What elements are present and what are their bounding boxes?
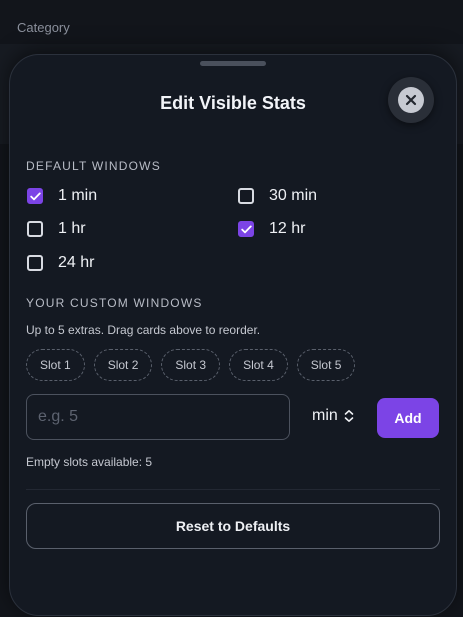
available-slots-text: Empty slots available: 5 (26, 455, 153, 469)
option-12-hr[interactable]: 12 hr (238, 220, 305, 238)
checkbox[interactable] (238, 188, 254, 204)
default-windows-heading: DEFAULT WINDOWS (26, 159, 161, 173)
option-label: 24 hr (58, 254, 95, 271)
option-label: 12 hr (269, 220, 306, 237)
unit-value: min (312, 407, 338, 424)
chevron-up-down-icon (344, 410, 354, 422)
option-label: 1 hr (58, 220, 86, 237)
checkbox[interactable] (27, 221, 43, 237)
add-button[interactable]: Add (377, 398, 439, 438)
check-icon (29, 192, 41, 200)
edit-stats-sheet: Edit Visible Stats DEFAULT WINDOWS 1 min… (9, 54, 457, 616)
slot-card[interactable]: Slot 5 (296, 349, 356, 381)
custom-windows-hint: Up to 5 extras. Drag cards above to reor… (26, 323, 261, 337)
slot-card[interactable]: Slot 2 (93, 349, 153, 381)
custom-windows-heading: YOUR CUSTOM WINDOWS (26, 296, 203, 310)
checkbox[interactable] (27, 255, 43, 271)
option-30-min[interactable]: 30 min (238, 187, 317, 205)
close-icon (398, 87, 424, 113)
reset-defaults-button[interactable]: Reset to Defaults (26, 503, 440, 549)
option-label: 1 min (58, 187, 98, 204)
checkbox[interactable] (238, 221, 254, 237)
option-1-hr[interactable]: 1 hr (27, 220, 86, 238)
option-label: 30 min (269, 187, 318, 204)
slot-card[interactable]: Slot 1 (26, 349, 85, 381)
slot-card[interactable]: Slot 3 (161, 349, 221, 381)
slot-card[interactable]: Slot 4 (229, 349, 288, 381)
check-icon (240, 225, 252, 233)
drag-handle[interactable] (200, 61, 266, 66)
divider (26, 489, 440, 490)
category-label: Category (17, 20, 70, 35)
slot-list: Slot 1 Slot 2 Slot 3 Slot 4 Slot 5 (26, 349, 356, 381)
close-button[interactable] (388, 77, 434, 123)
option-24-hr[interactable]: 24 hr (27, 254, 94, 272)
unit-select[interactable]: min (312, 407, 355, 425)
option-1-min[interactable]: 1 min (27, 187, 97, 205)
checkbox[interactable] (27, 188, 43, 204)
custom-window-input[interactable] (26, 394, 290, 440)
